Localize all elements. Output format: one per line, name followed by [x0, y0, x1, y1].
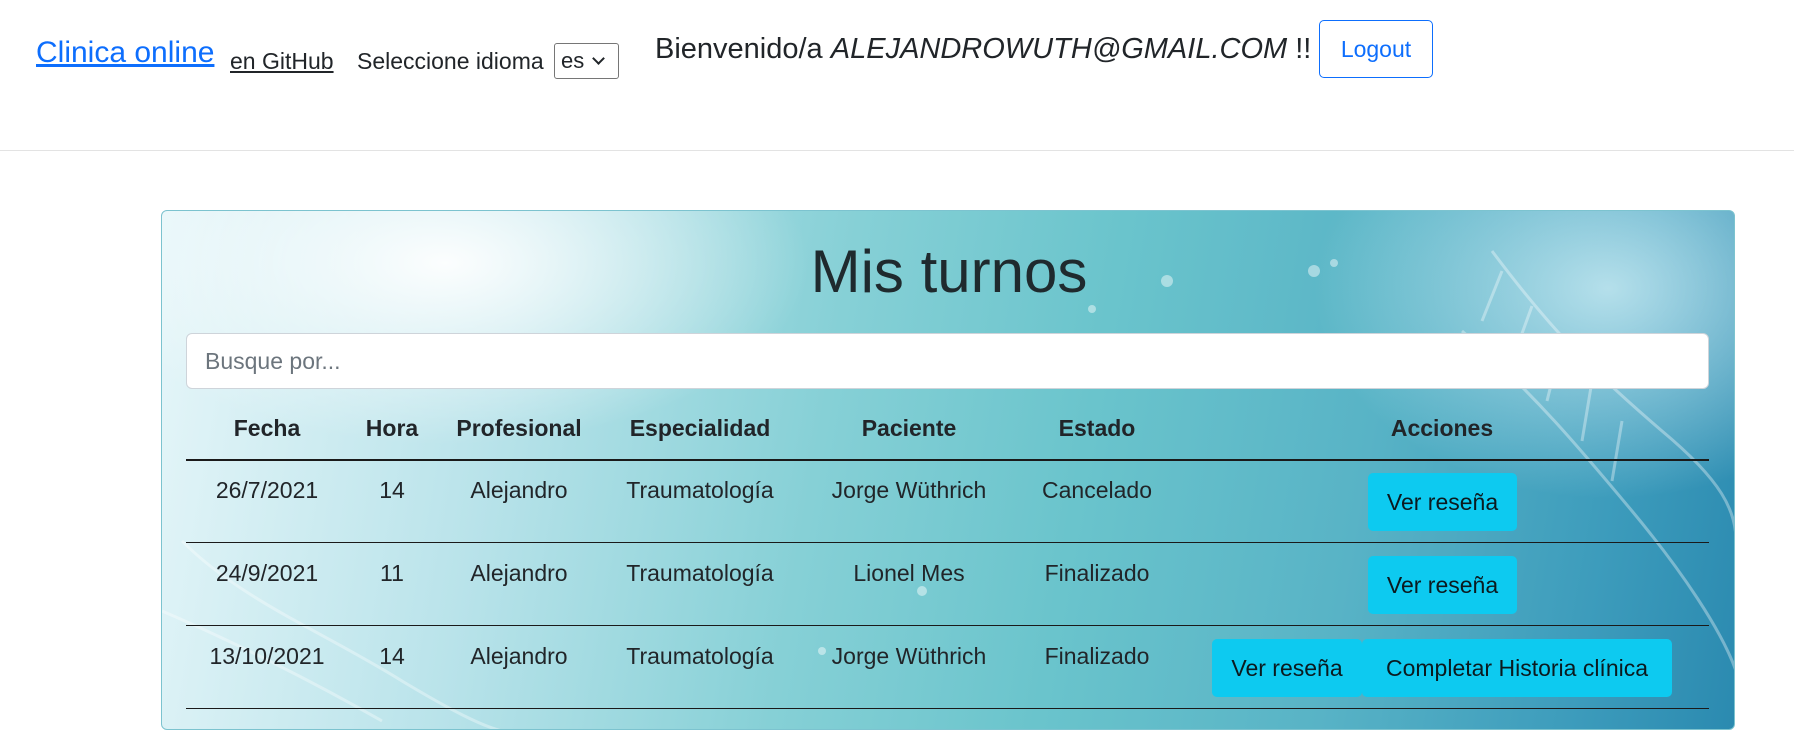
- language-select[interactable]: es: [554, 43, 619, 79]
- cell-especialidad: Traumatología: [626, 477, 774, 503]
- chevron-down-icon: [592, 52, 606, 65]
- cell-hora: 14: [379, 477, 405, 503]
- appointments-card: Mis turnos Fecha Hora Profesional Especi…: [161, 210, 1735, 730]
- cell-paciente: Lionel Mes: [853, 560, 965, 586]
- cell-hora: 11: [380, 560, 404, 586]
- cell-hora: 14: [379, 643, 405, 669]
- ver-resena-button[interactable]: Ver reseña: [1368, 473, 1517, 531]
- column-header-paciente: Paciente: [861, 415, 957, 441]
- table-row: 13/10/2021 14 Alejandro Traumatología Jo…: [186, 627, 1709, 709]
- cell-estado: Cancelado: [1042, 477, 1152, 503]
- table-header: Fecha Hora Profesional Especialidad Paci…: [186, 397, 1709, 461]
- page-title: Mis turnos: [810, 238, 1088, 305]
- cell-especialidad: Traumatología: [626, 643, 774, 669]
- column-header-especialidad: Especialidad: [629, 415, 771, 441]
- completar-historia-clinica-button[interactable]: Completar Historia clínica: [1362, 639, 1672, 697]
- language-label: Seleccione idioma: [357, 48, 544, 74]
- ver-resena-button[interactable]: Ver reseña: [1368, 556, 1517, 614]
- search-input[interactable]: [186, 333, 1709, 389]
- cell-paciente: Jorge Wüthrich: [831, 477, 987, 503]
- cell-fecha: 24/9/2021: [215, 560, 319, 586]
- language-selected-value: es: [561, 48, 585, 73]
- cell-profesional: Alejandro: [470, 560, 568, 586]
- column-header-fecha: Fecha: [233, 415, 301, 441]
- cell-profesional: Alejandro: [470, 477, 568, 503]
- welcome-prefix: Bienvenido/a: [655, 33, 823, 65]
- ver-resena-button[interactable]: Ver reseña: [1212, 639, 1362, 697]
- welcome-suffix: !!: [1295, 33, 1312, 65]
- table-row: 24/9/2021 11 Alejandro Traumatología Lio…: [186, 544, 1709, 626]
- column-header-estado: Estado: [1058, 415, 1136, 441]
- top-navbar: Clinica online en GitHub Seleccione idio…: [0, 0, 1794, 151]
- github-link[interactable]: en GitHub: [230, 48, 334, 75]
- table-row: 26/7/2021 14 Alejandro Traumatología Jor…: [186, 461, 1709, 543]
- cell-profesional: Alejandro: [470, 643, 568, 669]
- cell-fecha: 13/10/2021: [209, 643, 325, 669]
- column-header-acciones: Acciones: [1390, 415, 1494, 441]
- brand-link[interactable]: Clinica online: [36, 36, 214, 70]
- logout-button[interactable]: Logout: [1319, 20, 1433, 78]
- cell-estado: Finalizado: [1044, 643, 1150, 669]
- cell-especialidad: Traumatología: [626, 560, 774, 586]
- welcome-message: Bienvenido/a ALEJANDROWUTH@GMAIL.COM !!: [655, 33, 1311, 66]
- cell-paciente: Jorge Wüthrich: [831, 643, 987, 669]
- column-header-hora: Hora: [365, 415, 419, 441]
- cell-fecha: 26/7/2021: [215, 477, 319, 503]
- column-header-profesional: Profesional: [456, 415, 582, 441]
- user-email: ALEJANDROWUTH@GMAIL.COM: [830, 33, 1288, 65]
- cell-estado: Finalizado: [1044, 560, 1150, 586]
